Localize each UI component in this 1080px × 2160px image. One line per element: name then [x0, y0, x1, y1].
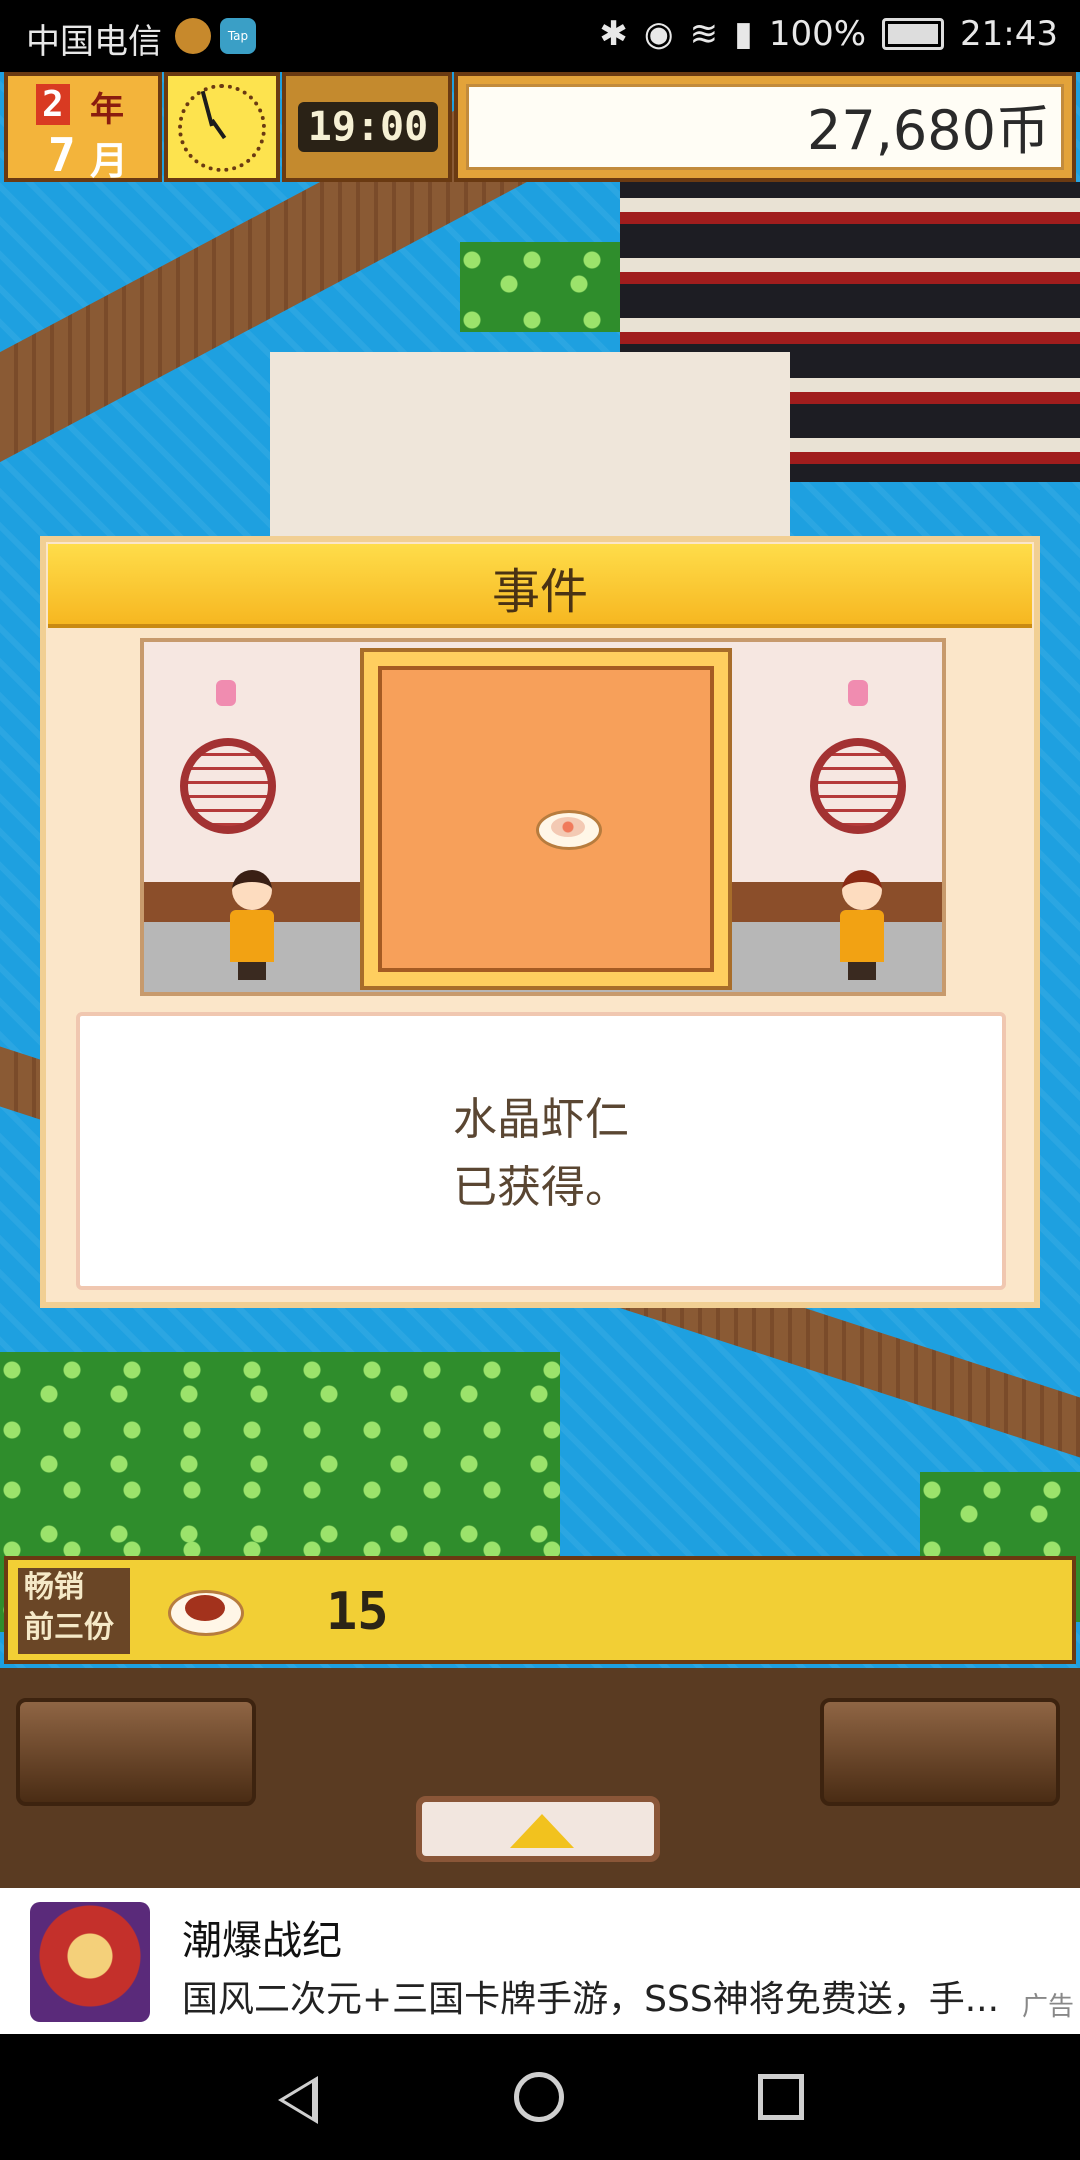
ad-banner[interactable]: 潮爆战纪 国风二次元+三国卡牌手游，SSS神将免费送，手... 广告 [0, 1888, 1080, 2034]
status-bar: 中国电信 Tap ✱ ◉ ≋ ▮ 100% 21:43 [0, 0, 1080, 72]
bestseller-label: 畅销 前三份 [18, 1568, 130, 1654]
message-line-1: 水晶虾仁 [453, 1094, 629, 1145]
event-message-box[interactable]: 水晶虾仁 已获得。 [76, 1012, 1006, 1290]
time-display: 19:00 [282, 72, 452, 182]
eye-icon: ◉ [643, 14, 674, 54]
wifi-icon: ≋ [689, 14, 719, 54]
event-scene-illustration [140, 638, 946, 996]
ad-app-name[interactable]: 潮爆战纪 [182, 1908, 342, 1966]
top-hud: 2 年 7 月 19:00 27,680币 [4, 72, 1076, 183]
battery-percent: 100% [768, 14, 867, 54]
date-display: 2 年 7 月 [4, 72, 162, 183]
status-right: ✱ ◉ ≋ ▮ 100% 21:43 [599, 14, 1058, 54]
clock-icon [164, 72, 280, 182]
bestseller-label-line1: 畅销 [24, 1570, 84, 1605]
bluetooth-icon: ✱ [599, 14, 628, 54]
notification-coin-icon [175, 18, 211, 54]
money-display: 27,680币 [454, 72, 1076, 182]
dialog-titlebar: 事件 [48, 544, 1032, 628]
battery-icon [882, 18, 945, 50]
restaurant-kitchen [270, 352, 790, 552]
menu-right-button[interactable] [820, 1698, 1060, 1806]
round-window [180, 738, 276, 834]
lantern-icon [216, 680, 236, 706]
tree-cluster [460, 242, 620, 332]
dialog-title: 事件 [491, 564, 588, 620]
recent-apps-icon[interactable] [758, 2074, 804, 2120]
round-window [810, 738, 906, 834]
dish-frame [360, 648, 732, 990]
shrimp-dish-icon [536, 810, 602, 850]
month-number: 7 [48, 128, 76, 182]
back-icon[interactable] [278, 2076, 318, 2124]
waitress-left [224, 870, 280, 980]
year-label: 年 [90, 90, 124, 130]
month-label: 月 [90, 139, 129, 183]
ad-description[interactable]: 国风二次元+三国卡牌手游，SSS神将免费送，手... [182, 1970, 1032, 2022]
message-line-2: 已获得。 [453, 1162, 629, 1213]
bestseller-label-line2: 前三份 [24, 1610, 114, 1645]
bottom-menu [0, 1668, 1080, 1888]
signal-icon: ▮ [734, 14, 753, 54]
carrier-name: 中国电信 [26, 22, 162, 62]
navigation-bar [0, 2034, 1080, 2160]
coin-amount: 27,680币 [807, 99, 1050, 162]
bestseller-dish-icon [168, 1590, 244, 1636]
ad-app-icon[interactable] [30, 1902, 150, 2022]
status-time: 21:43 [960, 14, 1058, 54]
bestseller-bar[interactable]: 畅销 前三份 15 [4, 1556, 1076, 1664]
expand-menu-button[interactable] [416, 1796, 660, 1862]
year-number: 2 [36, 84, 70, 125]
home-icon[interactable] [514, 2072, 564, 2122]
event-dialog[interactable]: 事件 水晶虾仁 已获得。 [40, 536, 1040, 1308]
arrow-up-icon [510, 1814, 574, 1848]
bestseller-count: 15 [326, 1582, 389, 1642]
game-time: 19:00 [298, 102, 438, 152]
waitress-right [834, 870, 890, 980]
lantern-icon [848, 680, 868, 706]
notification-tap-icon: Tap [220, 18, 256, 54]
menu-left-button[interactable] [16, 1698, 256, 1806]
ad-tag: 广告 [1021, 1992, 1074, 2022]
